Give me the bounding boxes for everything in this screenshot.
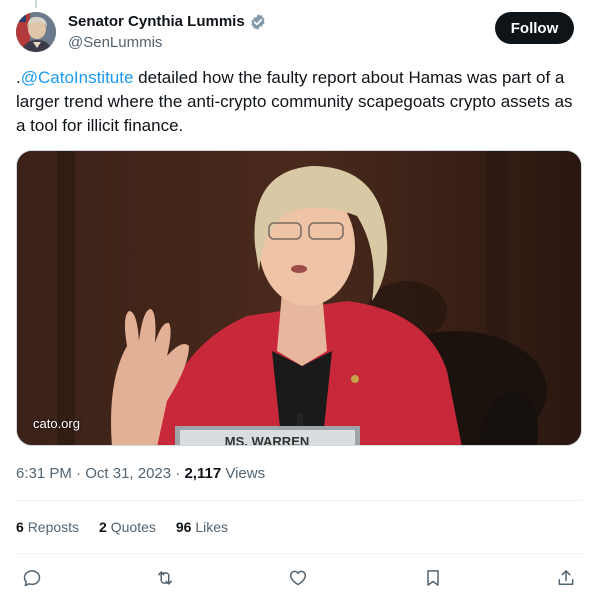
link-card-image[interactable]: MS. WARREN cato.org: [16, 150, 582, 446]
tweet-date[interactable]: Oct 31, 2023: [85, 465, 171, 482]
likes-stat[interactable]: 96 Likes: [176, 517, 228, 537]
follow-button[interactable]: Follow: [495, 12, 574, 44]
repost-icon: [158, 571, 172, 585]
link-domain: cato.org: [33, 416, 80, 431]
reposts-count: 6: [16, 519, 24, 535]
reply-icon: [23, 570, 41, 587]
mention-link[interactable]: @CatoInstitute: [21, 68, 134, 87]
reposts-stat[interactable]: 6 Reposts: [16, 517, 79, 537]
engagement-stats: 6 Reposts 2 Quotes 96 Likes: [16, 517, 248, 537]
nameplate-text: MS. WARREN: [225, 434, 310, 446]
views-label: Views: [221, 465, 266, 482]
meta-separator: ·: [71, 465, 86, 482]
action-bar: [16, 566, 582, 590]
quotes-count: 2: [99, 519, 107, 535]
author-display-name[interactable]: Senator Cynthia Lummis: [68, 12, 245, 32]
bookmark-button[interactable]: [421, 566, 445, 590]
reply-button[interactable]: [20, 566, 44, 590]
quotes-label: Quotes: [110, 519, 156, 535]
views-count: 2,117: [184, 465, 222, 482]
author-handle[interactable]: @SenLummis: [68, 33, 162, 53]
avatar[interactable]: [16, 12, 56, 52]
divider: [16, 553, 582, 554]
divider: [16, 500, 582, 501]
like-button[interactable]: [286, 566, 310, 590]
meta-separator-2: ·: [171, 465, 185, 482]
tweet-meta: 6:31 PM · Oct 31, 2023 · 2,117 Views: [16, 464, 265, 484]
share-button[interactable]: [554, 566, 578, 590]
bookmark-icon: [427, 570, 439, 586]
repost-button[interactable]: [153, 566, 177, 590]
reposts-label: Reposts: [27, 519, 80, 535]
likes-label: Likes: [195, 519, 229, 535]
verified-badge-icon: [249, 13, 267, 31]
share-icon: [558, 570, 574, 585]
author-name-row[interactable]: Senator Cynthia Lummis: [68, 12, 267, 32]
tweet-text: .@CatoInstitute detailed how the faulty …: [16, 66, 582, 138]
tweet-time[interactable]: 6:31 PM: [16, 465, 72, 482]
quotes-stat[interactable]: 2 Quotes: [99, 517, 156, 537]
like-icon: [289, 570, 307, 586]
likes-count: 96: [175, 519, 192, 535]
thread-line: [35, 0, 37, 8]
